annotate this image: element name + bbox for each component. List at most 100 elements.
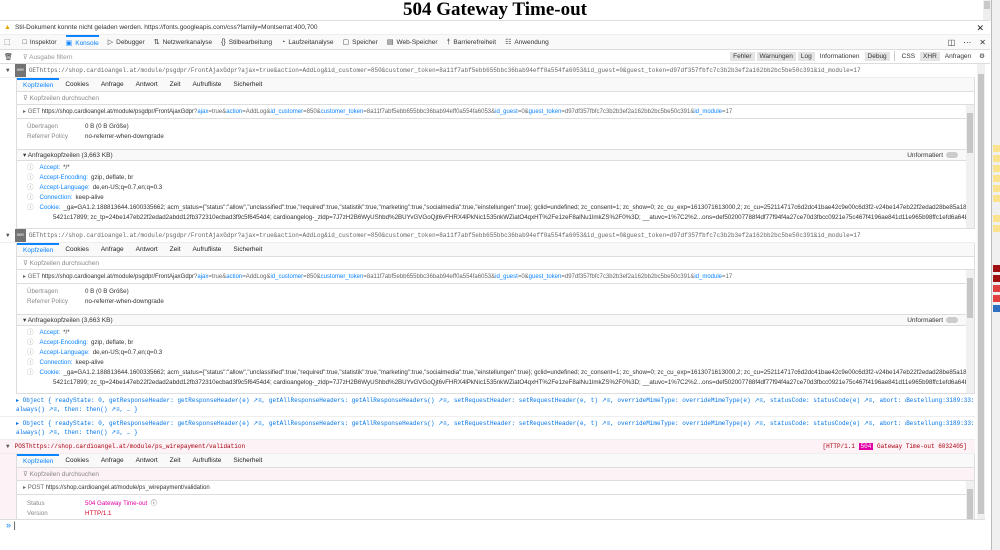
tab-sicherheit[interactable]: Sicherheit <box>227 78 268 92</box>
help-icon[interactable]: ⓘ <box>27 173 34 183</box>
expand-toggle-icon[interactable]: ▼ <box>6 229 10 242</box>
close-warning-icon[interactable]: ✕ <box>976 21 984 35</box>
tab-zeit[interactable]: Zeit <box>164 78 187 92</box>
source-link[interactable]: Bestellung:3189:33 <box>906 396 971 405</box>
header-value: keep-alive <box>75 359 104 366</box>
tab-debugger[interactable]: ▷ Debugger <box>108 35 145 50</box>
page-scrollbar[interactable] <box>983 0 991 20</box>
help-icon[interactable]: ⓘ <box>27 328 34 338</box>
tab-anfrage[interactable]: Anfrage <box>95 454 130 468</box>
help-icon[interactable]: ⓘ <box>147 499 157 509</box>
tab-aufrufliste[interactable]: Aufrufliste <box>187 78 228 92</box>
request-row-error[interactable]: ▼ POST https://shop.cardioangel.at/module… <box>0 440 975 454</box>
search-placeholder: Kopfzeilen durchsuchen <box>29 95 99 102</box>
tab-label: Netzwerkanalyse <box>162 38 213 46</box>
filter-log[interactable]: Log <box>797 51 815 61</box>
headers-scrollbar[interactable] <box>966 270 974 393</box>
tab-inspektor[interactable]: □ Inspektor <box>23 35 57 50</box>
cookie-continued: 5421c17899; zc_tp=24be147eb22f2edad2abdd… <box>53 379 974 386</box>
pick-element-icon[interactable]: ⬚ <box>4 35 14 50</box>
unformatted-toggle[interactable]: Unformatiert <box>907 315 958 327</box>
tab-netzwerkanalyse[interactable]: ⇅ Netzwerkanalyse <box>154 35 212 50</box>
filter-xhr[interactable]: XHR <box>920 51 940 61</box>
tab-sicherheit[interactable]: Sicherheit <box>227 243 268 257</box>
request-url[interactable]: https://shop.cardioangel.at/module/psgdp… <box>40 229 861 242</box>
konsole-icon: ▣ <box>65 40 73 47</box>
expand-toggle-icon[interactable]: ▼ <box>6 64 10 77</box>
header-name: Accept-Language: <box>39 349 90 356</box>
filter-anfragen[interactable]: Anfragen <box>942 52 974 61</box>
tab-stilbearbeitung[interactable]: {} Stilbearbeitung <box>221 35 272 50</box>
header-value: de,en-US;q=0.7,en;q=0.3 <box>92 349 163 356</box>
console-object[interactable]: ▸ Object { readyState: 0, getResponseHea… <box>0 417 975 440</box>
tab-kopfzeilen[interactable]: Kopfzeilen <box>17 77 60 92</box>
request-row[interactable]: ▼ XHR GET https://shop.cardioangel.at/modu… <box>0 229 975 243</box>
filter-informationen[interactable]: Informationen <box>817 52 863 61</box>
filter-debug[interactable]: Debug <box>864 51 890 61</box>
trash-icon[interactable]: 🗑 <box>4 53 13 61</box>
tab-kopfzeilen[interactable]: Kopfzeilen <box>17 453 60 468</box>
tab-antwort[interactable]: Antwort <box>130 78 164 92</box>
help-icon[interactable]: ⓘ <box>27 203 34 213</box>
tab-cookies[interactable]: Cookies <box>59 243 94 257</box>
tab-sicherheit[interactable]: Sicherheit <box>227 454 268 468</box>
url-part: ajax <box>197 274 209 280</box>
toggle-switch[interactable] <box>946 152 958 159</box>
toggle-switch[interactable] <box>946 317 958 324</box>
tab-antwort[interactable]: Antwort <box>130 243 164 257</box>
header-name: Connection: <box>39 359 73 366</box>
unformatted-toggle[interactable]: Unformatiert <box>907 150 958 162</box>
help-icon[interactable]: ⓘ <box>27 358 34 368</box>
stilbearbeitung-icon: {} <box>221 38 226 46</box>
url-part: =0& <box>517 109 529 115</box>
headers-scrollbar[interactable] <box>966 105 974 228</box>
console-object[interactable]: ▸ Object { readyState: 0, getResponseHea… <box>0 394 975 417</box>
tab-antwort[interactable]: Antwort <box>130 454 164 468</box>
tab-cookies[interactable]: Cookies <box>59 78 94 92</box>
tab-speicher[interactable]: ▢ Speicher <box>343 35 378 50</box>
tab-konsole[interactable]: ▣ Konsole <box>65 34 99 50</box>
help-icon[interactable]: ⓘ <box>27 368 34 378</box>
filter-fehler[interactable]: Fehler <box>730 51 755 61</box>
help-icon[interactable]: ⓘ <box>27 348 34 358</box>
tab-cookies[interactable]: Cookies <box>59 454 94 468</box>
headers-filter-input[interactable]: ⊽ Kopfzeilen durchsuchen <box>17 92 974 105</box>
request-headers-section[interactable]: ▾ Anfragekopfzeilen (3,663 KB) Unformatie… <box>17 314 974 326</box>
headers-filter-input[interactable]: ⊽ Kopfzeilen durchsuchen <box>17 257 974 270</box>
expand-toggle-icon[interactable]: ▼ <box>6 440 10 453</box>
request-row[interactable]: ▼ XHR GET https://shop.cardioangel.at/modu… <box>0 64 975 78</box>
help-icon[interactable]: ⓘ <box>27 193 34 203</box>
request-tabs: Kopfzeilen Cookies Anfrage Antwort Zeit Aufru… <box>17 242 974 257</box>
tab-zeit[interactable]: Zeit <box>164 243 187 257</box>
tab-kopfzeilen[interactable]: Kopfzeilen <box>17 242 60 257</box>
help-icon[interactable]: ⓘ <box>27 338 34 348</box>
summary: Übertragen 0 B (0 B Größe) Referrer Policy… <box>17 284 974 310</box>
tab-aufrufliste[interactable]: Aufrufliste <box>187 454 228 468</box>
console-scrollbar[interactable] <box>977 64 985 519</box>
request-url[interactable]: https://shop.cardioangel.at/module/ps_wi… <box>29 440 245 453</box>
tab-anfrage[interactable]: Anfrage <box>95 243 130 257</box>
summary-key: Referrer Policy <box>27 298 68 305</box>
tab-laufzeitanalyse[interactable]: ◔ Laufzeitanalyse <box>281 35 333 50</box>
filter-css[interactable]: CSS <box>899 52 918 61</box>
dock-icon[interactable]: ◫ <box>948 38 956 47</box>
filter-input[interactable]: ⊽ Ausgabe filtern <box>23 53 73 61</box>
console-input[interactable]: » | <box>0 519 985 530</box>
tab-anfrage[interactable]: Anfrage <box>95 78 130 92</box>
tab-zeit[interactable]: Zeit <box>164 454 187 468</box>
headers-filter-input[interactable]: ⊽ Kopfzeilen durchsuchen <box>17 468 974 481</box>
tab-web-speicher[interactable]: ▤ Web-Speicher <box>387 35 438 50</box>
tab-anwendung[interactable]: ☷ Anwendung <box>505 35 549 50</box>
request-headers-section[interactable]: ▾ Anfragekopfzeilen (3,663 KB) Unformatie… <box>17 149 974 161</box>
settings-icon[interactable]: ⚙ <box>976 51 988 61</box>
close-devtools-icon[interactable]: ✕ <box>979 38 986 47</box>
headers-scrollbar[interactable] <box>966 481 974 519</box>
help-icon[interactable]: ⓘ <box>27 183 34 193</box>
request-url[interactable]: https://shop.cardioangel.at/module/psgdp… <box>40 64 861 77</box>
tab-aufrufliste[interactable]: Aufrufliste <box>187 243 228 257</box>
tab-barrierefreiheit[interactable]: † Barrierefreiheit <box>447 35 497 50</box>
filter-warnungen[interactable]: Warnungen <box>756 51 796 61</box>
source-link[interactable]: Bestellung:3189:33 <box>906 419 971 428</box>
help-icon[interactable]: ⓘ <box>27 163 34 173</box>
more-icon[interactable]: ⋯ <box>963 38 971 47</box>
